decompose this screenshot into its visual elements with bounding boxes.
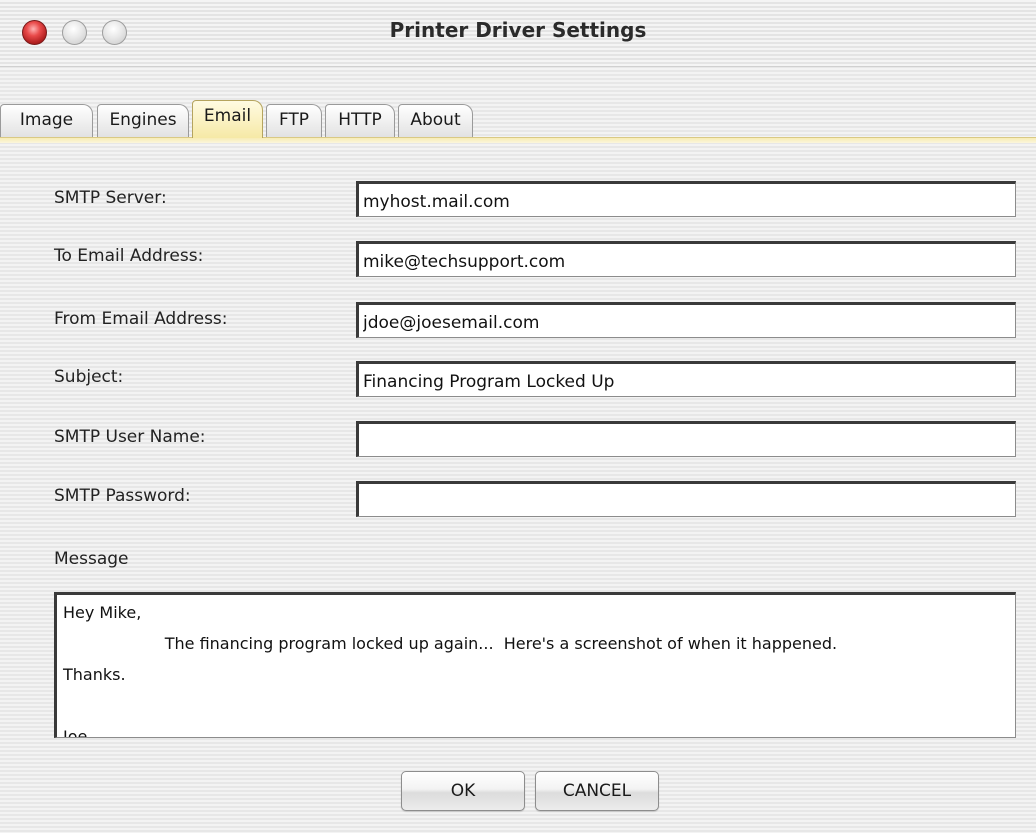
message-label: Message	[54, 549, 129, 569]
from-email-label: From Email Address:	[54, 309, 228, 329]
smtp-server-label: SMTP Server:	[54, 188, 167, 208]
tab-image[interactable]: Image	[0, 104, 93, 137]
tab-ftp[interactable]: FTP	[266, 104, 322, 137]
tab-about-label: About	[410, 110, 461, 130]
tab-engines[interactable]: Engines	[97, 104, 189, 137]
window-title: Printer Driver Settings	[389, 18, 647, 42]
tab-about[interactable]: About	[398, 104, 473, 137]
cancel-button[interactable]: CANCEL	[535, 771, 659, 811]
smtp-user-name-input[interactable]	[356, 421, 1016, 457]
tab-email-label: Email	[203, 106, 252, 126]
smtp-password-input[interactable]	[356, 481, 1016, 517]
tab-underline	[0, 137, 1036, 143]
subject-input[interactable]	[356, 361, 1016, 397]
to-email-input[interactable]	[356, 241, 1016, 277]
tab-http-label: HTTP	[338, 110, 382, 130]
tab-ftp-label: FTP	[278, 110, 310, 130]
from-email-input[interactable]	[356, 302, 1016, 338]
title-bar[interactable]: Printer Driver Settings	[0, 0, 1036, 67]
tab-http[interactable]: HTTP	[325, 104, 395, 137]
smtp-password-label: SMTP Password:	[54, 486, 191, 506]
message-textarea[interactable]: Hey Mike, The financing program locked u…	[54, 592, 1016, 738]
tab-email[interactable]: Email	[192, 100, 263, 138]
to-email-label: To Email Address:	[54, 246, 204, 266]
subject-label: Subject:	[54, 367, 124, 387]
ok-button[interactable]: OK	[401, 771, 525, 811]
smtp-user-name-label: SMTP User Name:	[54, 427, 206, 447]
tab-engines-label: Engines	[109, 110, 177, 130]
smtp-server-input[interactable]	[356, 181, 1016, 217]
printer-driver-settings-window: Printer Driver Settings Image Engines Em…	[0, 0, 1036, 833]
tab-image-label: Image	[19, 110, 74, 130]
